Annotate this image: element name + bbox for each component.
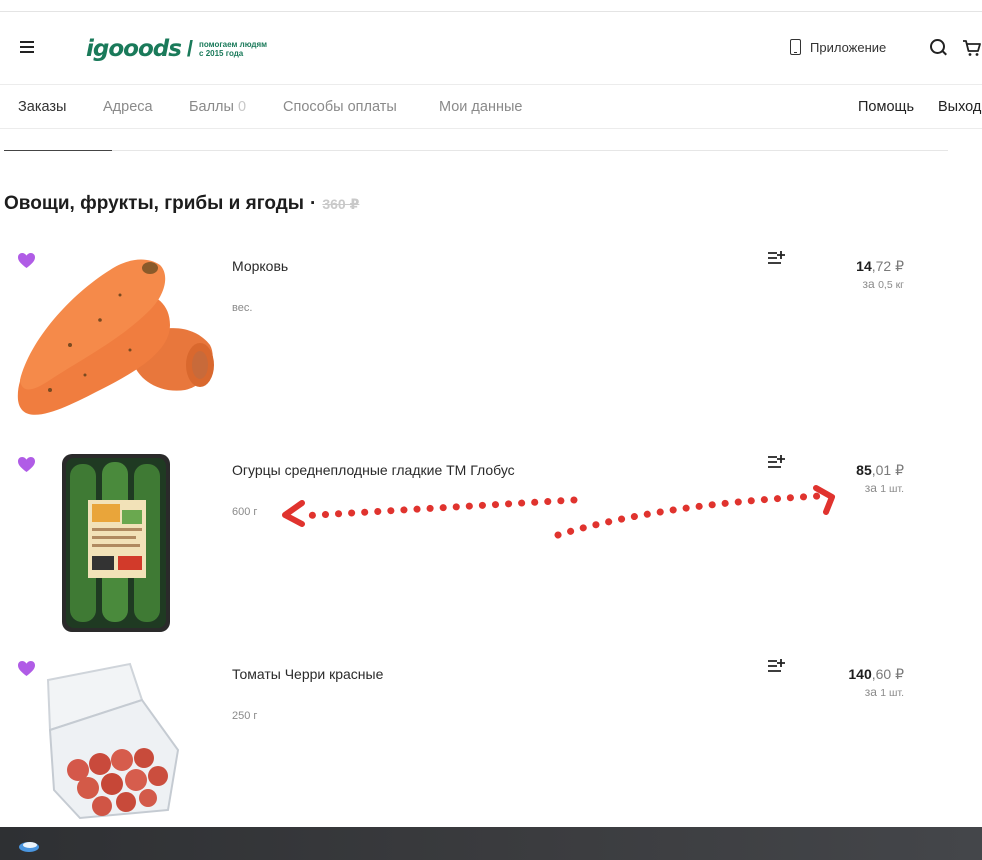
price-integer: 14 (856, 258, 872, 274)
price-fraction: ,60 ₽ (871, 666, 904, 682)
app-link-label: Приложение (810, 39, 887, 55)
product-image-carrot[interactable] (10, 250, 220, 440)
price-integer: 140 (848, 666, 872, 682)
product-image-cherry-tomatoes[interactable] (10, 660, 220, 850)
price-per-unit: за 1 шт. (865, 481, 904, 495)
per-unit: 1 шт. (880, 483, 904, 495)
logo-tagline: помогаем людям с 2015 года (199, 40, 289, 58)
nav-addresses[interactable]: Адреса (103, 99, 153, 115)
browser-top-edge (0, 0, 982, 12)
price-per-unit: за 0,5 кг (863, 277, 904, 291)
product-weight: 250 г (232, 710, 258, 722)
per-unit: 0,5 кг (878, 279, 904, 291)
nav-orders[interactable]: Заказы (18, 99, 66, 115)
logo-wordmark: igooods (86, 36, 182, 62)
per-prefix: за (864, 685, 877, 699)
product-weight: вес. (232, 302, 253, 314)
product-row: Огурцы среднеплодные гладкие ТМ Глобус 6… (0, 454, 960, 662)
product-name[interactable]: Морковь (232, 258, 288, 274)
nav-points[interactable]: Баллы 0 (189, 99, 246, 115)
price-integer: 85 (856, 462, 872, 478)
product-name[interactable]: Огурцы среднеплодные гладкие ТМ Глобус (232, 462, 515, 478)
active-subtab-indicator (4, 150, 112, 151)
logo-tagline-line1: помогаем людям (199, 40, 268, 49)
price-fraction: ,01 ₽ (871, 462, 904, 478)
nav-logout[interactable]: Выход (938, 99, 981, 115)
product-image-cucumbers[interactable] (10, 452, 220, 642)
per-unit: 1 шт. (880, 687, 904, 699)
nav-payment-methods[interactable]: Способы оплаты (283, 99, 397, 115)
search-icon[interactable] (930, 39, 945, 54)
price-per-unit: за 1 шт. (865, 685, 904, 699)
category-separator: · (310, 193, 317, 214)
per-prefix: за (864, 481, 877, 495)
category-old-total: 360 ₽ (322, 196, 360, 212)
menu-icon[interactable] (20, 41, 36, 53)
cart-icon[interactable] (962, 39, 982, 57)
product-name[interactable]: Томаты Черри красные (232, 666, 383, 682)
list-add-icon[interactable] (767, 658, 786, 674)
points-count: 0 (237, 99, 247, 115)
account-nav: Заказы Адреса Баллы 0 Способы оплаты Мои … (0, 85, 982, 129)
logo-slash: / (186, 36, 194, 61)
phone-icon (790, 39, 801, 55)
nav-my-data[interactable]: Мои данные (439, 99, 522, 115)
list-add-icon[interactable] (767, 454, 786, 470)
list-add-icon[interactable] (767, 250, 786, 266)
category-title: Овощи, фрукты, грибы и ягоды (4, 193, 305, 214)
product-price: 85,01 ₽ (856, 462, 904, 479)
app-download-link[interactable]: Приложение (790, 39, 886, 55)
logo-tagline-line2: с 2015 года (199, 49, 244, 58)
category-heading: Овощи, фрукты, грибы и ягоды · 360 ₽ (4, 193, 359, 215)
product-price: 140,60 ₽ (848, 666, 904, 683)
per-prefix: за (862, 277, 875, 291)
price-fraction: ,72 ₽ (871, 258, 904, 274)
product-row: Морковь вес. 14,72 ₽ за 0,5 кг (0, 251, 960, 458)
product-price: 14,72 ₽ (856, 258, 904, 275)
order-subtabs (4, 129, 948, 151)
os-taskbar (0, 827, 982, 860)
site-logo[interactable]: igooods / помогаем людям с 2015 года (86, 34, 289, 64)
nav-points-label: Баллы (189, 99, 234, 115)
nav-help[interactable]: Помощь (858, 99, 914, 115)
product-weight: 600 г (232, 506, 258, 518)
site-header: igooods / помогаем людям с 2015 года При… (0, 12, 982, 85)
windows-start-icon[interactable] (18, 839, 40, 853)
